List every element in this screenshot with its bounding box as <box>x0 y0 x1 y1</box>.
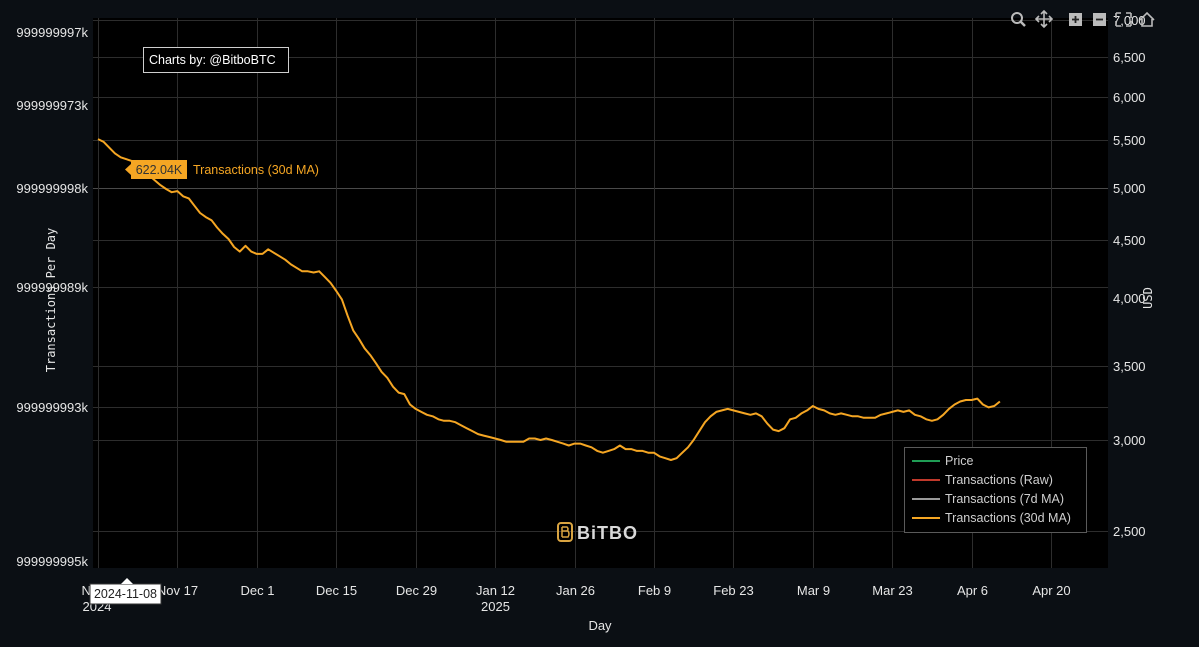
right-tick-label: 6,000 <box>1113 90 1146 105</box>
x-tick-label: Mar 9 <box>797 583 830 598</box>
left-tick-label: 999999995k <box>16 554 88 569</box>
legend-item-label[interactable]: Transactions (30d MA) <box>945 511 1071 525</box>
x-tick-label: Apr 20 <box>1032 583 1070 598</box>
legend-item-label[interactable]: Price <box>945 454 974 468</box>
zoom-out-button[interactable] <box>1093 13 1106 26</box>
right-tick-label: 3,000 <box>1113 433 1146 448</box>
x-tick-label: Dec 15 <box>316 583 357 598</box>
zoom-in-button[interactable] <box>1069 13 1082 26</box>
left-tick-label: 999999998k <box>16 181 88 196</box>
hover-date-text: 2024-11-08 <box>94 587 157 601</box>
right-tick-label: 3,500 <box>1113 359 1146 374</box>
right-tick-label: 6,500 <box>1113 50 1146 65</box>
x-tick-label: Mar 23 <box>872 583 912 598</box>
x-tick-label: Dec 1 <box>241 583 275 598</box>
right-axis-title: USD <box>1141 287 1155 309</box>
left-tick-label: 999999997k <box>16 25 88 40</box>
legend-item-label[interactable]: Transactions (7d MA) <box>945 492 1064 506</box>
x-tick-label: Apr 6 <box>957 583 988 598</box>
left-axis-title: Transactions Per Day <box>44 228 58 373</box>
left-tick-label: 999999993k <box>16 400 88 415</box>
x-tick-label: Jan 12 <box>476 583 515 598</box>
x-tick-sublabel: 2025 <box>481 599 510 614</box>
x-tick-label: Jan 26 <box>556 583 595 598</box>
credit-box: Charts by: @BitboBTC <box>143 47 289 73</box>
x-tick-label: Feb 9 <box>638 583 671 598</box>
x-tick-label: Dec 29 <box>396 583 437 598</box>
x-tick-label: Nov 17 <box>157 583 198 598</box>
hover-series-name: Transactions (30d MA) <box>193 163 319 177</box>
legend: Price Transactions (Raw) Transactions (7d … <box>904 447 1087 533</box>
credit-text: Charts by: @BitboBTC <box>149 53 276 67</box>
hover-value-text: 622.04K <box>136 163 183 177</box>
x-tick-label: Feb 23 <box>713 583 753 598</box>
chart-svg: 999999997k 999999973k 999999998k 9999999… <box>0 0 1199 642</box>
x-tick-label: N <box>82 583 91 598</box>
chart-container: 999999997k 999999973k 999999998k 9999999… <box>0 0 1199 642</box>
right-tick-label: 2,500 <box>1113 524 1146 539</box>
right-tick-label: 5,000 <box>1113 181 1146 196</box>
right-tick-label: 5,500 <box>1113 133 1146 148</box>
x-axis-title: Day <box>588 618 612 633</box>
right-tick-label: 4,500 <box>1113 233 1146 248</box>
bitbo-logo-text: BiTBO <box>577 523 638 543</box>
left-tick-label: 999999973k <box>16 98 88 113</box>
legend-item-label[interactable]: Transactions (Raw) <box>945 473 1053 487</box>
